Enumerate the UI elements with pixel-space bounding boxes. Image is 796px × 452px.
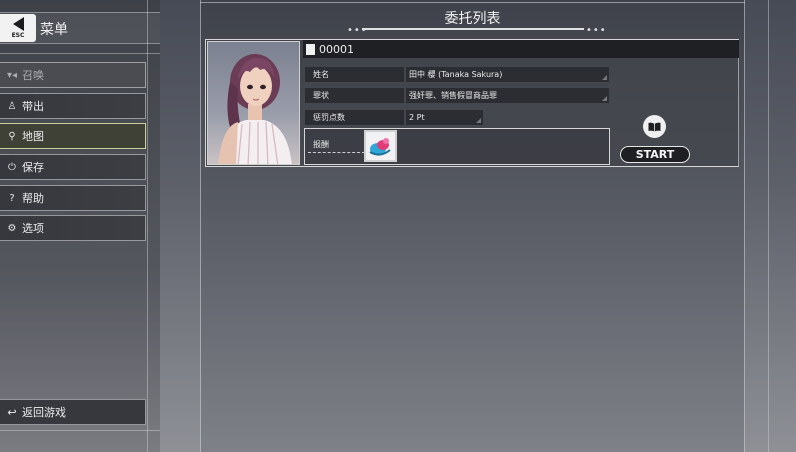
sidebar-divider [0, 430, 160, 431]
sidebar-divider [0, 53, 160, 54]
reward-label: 报酬 [313, 140, 329, 149]
field-label-text: 惩罚点数 [313, 113, 345, 122]
field-label-text: 罪状 [313, 91, 329, 100]
corner-tick-icon [602, 75, 607, 80]
summon-icon: ▾◂ [6, 69, 18, 81]
field-value-text: 2 Pt [409, 113, 425, 122]
field-value-name: 田中 櫻 (Tanaka Sakura) [406, 67, 609, 82]
menu-item-label: 带出 [22, 100, 44, 113]
request-id: 00001 [319, 42, 354, 56]
person-out-icon: ♙ [7, 100, 17, 112]
return-arrow-icon: ↩ [7, 405, 17, 419]
field-label-crime: 罪状 [305, 88, 404, 103]
return-to-game-button[interactable]: ↩ 返回游戏 [0, 399, 146, 425]
menu-item-map[interactable]: ⚲ 地图 [0, 123, 146, 149]
document-icon [306, 43, 315, 55]
sidebar-divider [147, 0, 148, 452]
page-title: 委托列表 [444, 11, 501, 27]
gear-icon: ⚙ [7, 222, 17, 234]
reward-connector [308, 152, 365, 153]
back-arrow-icon [12, 17, 24, 31]
menu-item-take-out[interactable]: ♙ 带出 [0, 93, 146, 119]
field-label-text: 姓名 [313, 70, 329, 79]
esc-back-button[interactable]: ESC [0, 14, 36, 42]
corner-tick-icon [602, 96, 607, 101]
menu-item-label: 保存 [22, 161, 44, 174]
menu-item-label: 选项 [22, 222, 44, 235]
menu-item-label: 地图 [22, 130, 44, 143]
menu-title: 菜单 [40, 22, 68, 38]
field-label-points: 惩罚点数 [305, 110, 404, 125]
menu-item-label: 帮助 [22, 192, 44, 205]
corner-tick-icon [476, 118, 481, 123]
book-icon [648, 122, 661, 131]
reward-item-slot[interactable] [364, 130, 397, 162]
title-deco-left-dots: ••• [347, 25, 368, 36]
field-value-crime: 强奸罪、销售假冒商品罪 [406, 88, 609, 103]
field-value-text: 强奸罪、销售假冒商品罪 [409, 91, 497, 100]
menu-item-summon[interactable]: ▾◂ 召唤 [0, 62, 146, 88]
menu-item-options[interactable]: ⚙ 选项 [0, 215, 146, 241]
esc-label: ESC [11, 32, 25, 39]
right-rail [768, 0, 769, 452]
character-portrait [207, 41, 300, 165]
request-id-bar: 00001 [303, 40, 739, 58]
field-label-name: 姓名 [305, 67, 404, 82]
title-underline [362, 28, 584, 30]
return-to-game-label: 返回游戏 [22, 406, 66, 419]
menu-item-label: 召唤 [22, 69, 44, 82]
menu-item-help[interactable]: ? 帮助 [0, 185, 146, 211]
reward-box [304, 128, 610, 165]
main-top-border [200, 2, 745, 3]
field-value-text: 田中 櫻 (Tanaka Sakura) [409, 70, 503, 79]
map-pin-icon: ⚲ [8, 130, 16, 142]
menu-item-save[interactable]: ⏻ 保存 [0, 154, 146, 180]
field-value-points: 2 Pt [406, 110, 483, 125]
help-icon: ? [9, 192, 15, 204]
reward-item-icon [369, 138, 391, 156]
start-button[interactable]: START [620, 146, 690, 163]
details-book-button[interactable] [643, 115, 666, 138]
title-deco-right-dots: ••• [586, 25, 607, 36]
save-icon: ⏻ [8, 161, 16, 173]
